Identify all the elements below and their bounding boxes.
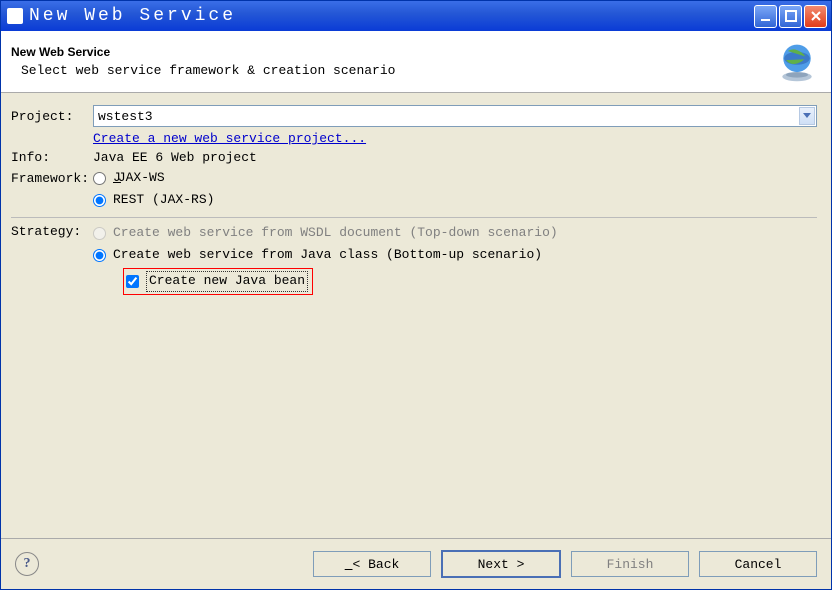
help-button[interactable]: ? [15,552,39,576]
wizard-body: Project: wstest3 Create a new web servic… [1,93,831,538]
next-button[interactable]: Next > [441,550,561,578]
cancel-button[interactable]: Cancel [699,551,817,577]
project-value: wstest3 [98,109,153,124]
window-title: New Web Service [29,6,754,26]
back-button[interactable]: < Back [313,551,431,577]
framework-label: Framework: [11,171,93,186]
check-new-bean-label: Create new Java bean [146,271,308,292]
project-combo[interactable]: wstest3 [93,105,817,127]
finish-button: Finish [571,551,689,577]
window-titlebar: New Web Service [1,1,831,31]
radio-rest[interactable]: REST (JAX-RS) [93,191,214,209]
wizard-header: New Web Service Select web service frame… [1,31,831,93]
maximize-button[interactable] [779,5,802,28]
info-value: Java EE 6 Web project [93,150,257,165]
radio-jaxws[interactable]: JJAX-WS [93,169,165,187]
page-subtitle: Select web service framework & creation … [21,63,775,78]
minimize-button[interactable] [754,5,777,28]
app-icon [7,8,23,24]
new-project-link[interactable]: Create a new web service project... [93,131,366,146]
radio-topdown: Create web service from WSDL document (T… [93,224,558,242]
strategy-label: Strategy: [11,224,93,239]
info-label: Info: [11,150,93,165]
page-title: New Web Service [11,45,775,59]
globe-icon [775,40,819,84]
project-label: Project: [11,109,93,124]
highlight-box: Create new Java bean [123,268,313,295]
radio-bottomup[interactable]: Create web service from Java class (Bott… [93,246,542,264]
separator [11,217,817,218]
wizard-footer: ? < Back Next > Finish Cancel [1,538,831,589]
close-button[interactable] [804,5,827,28]
check-new-bean[interactable]: Create new Java bean [126,271,308,292]
chevron-down-icon[interactable] [799,107,815,125]
